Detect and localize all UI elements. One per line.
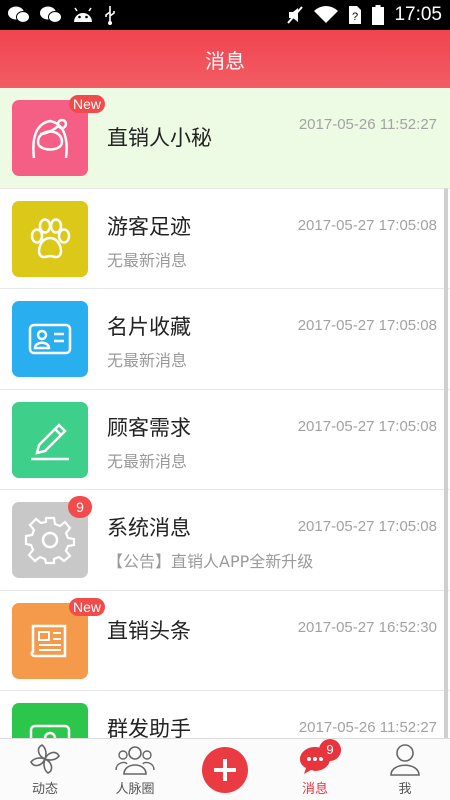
new-badge: New	[69, 95, 106, 113]
list-item[interactable]: 名片收藏 无最新消息 2017-05-27 17:05:08	[0, 289, 450, 390]
tab-me[interactable]: 我	[360, 739, 450, 800]
clock: 17:05	[394, 4, 442, 25]
message-preview: 无最新消息	[107, 250, 188, 270]
message-time: 2017-05-27 17:05:08	[297, 317, 437, 334]
mute-icon	[287, 6, 304, 24]
paw-icon	[30, 217, 71, 258]
wechat-icon	[8, 6, 30, 23]
app-icon	[12, 401, 88, 478]
tab-publish[interactable]	[180, 739, 270, 800]
page-title: 消息	[205, 48, 245, 73]
tab-contacts[interactable]: 人脉圈	[90, 739, 180, 800]
wechat-icon	[40, 6, 62, 23]
messages-badge: 9	[319, 739, 341, 761]
newspaper-icon	[30, 624, 67, 657]
unread-count-badge: 9	[68, 496, 92, 518]
message-time: 2017-05-27 17:05:08	[297, 216, 437, 234]
bottom-tab-bar: 动态 人脉圈 9 消息 我	[0, 738, 450, 800]
plus-icon	[214, 759, 236, 781]
people-icon	[115, 746, 155, 775]
id-card-icon	[28, 323, 72, 355]
pinwheel-icon	[30, 744, 60, 774]
message-preview: 无最新消息	[107, 451, 188, 471]
user-icon	[390, 744, 420, 776]
add-button[interactable]	[202, 747, 248, 793]
status-bar: ? 17:05	[0, 0, 450, 30]
message-title: 游客足迹	[107, 214, 191, 239]
list-item[interactable]: 顾客需求 无最新消息 2017-05-27 17:05:08	[0, 389, 450, 490]
list-item[interactable]: New 直销人小秘 2017-05-26 11:52:27	[0, 88, 450, 189]
tab-label: 人脉圈	[115, 782, 155, 797]
app-icon	[12, 301, 88, 377]
message-preview: 无最新消息	[107, 351, 188, 370]
android-icon	[74, 7, 92, 22]
tab-label: 动态	[31, 782, 58, 797]
message-title: 群发助手	[107, 717, 191, 738]
message-preview: 【公告】直销人APP全新升级	[107, 552, 314, 571]
sim-icon: ?	[349, 6, 362, 24]
battery-icon	[372, 5, 385, 25]
tab-feed[interactable]: 动态	[0, 739, 90, 800]
message-title: 顾客需求	[107, 415, 191, 440]
girl-face-icon	[32, 118, 68, 159]
wifi-icon	[314, 6, 339, 24]
tab-label: 消息	[301, 782, 328, 797]
tab-label: 我	[398, 782, 412, 797]
message-time: 2017-05-26 11:52:27	[298, 719, 437, 736]
group-send-icon	[29, 724, 71, 738]
gear-icon	[24, 516, 76, 565]
message-title: 直销头条	[107, 618, 191, 643]
tab-messages[interactable]: 9 消息	[270, 739, 360, 800]
message-time: 2017-05-27 17:05:08	[297, 417, 437, 435]
app-icon	[12, 703, 88, 738]
message-title: 直销人小秘	[107, 126, 212, 150]
new-badge: New	[69, 597, 106, 616]
system-icons: ? 17:05	[286, 4, 442, 26]
svg-text:?: ?	[352, 11, 358, 23]
message-title: 名片收藏	[107, 315, 191, 339]
app-icon	[12, 200, 88, 277]
usb-icon	[105, 6, 115, 25]
notification-icons	[8, 5, 116, 25]
pen-icon	[31, 422, 69, 460]
message-list[interactable]: New 直销人小秘 2017-05-26 11:52:27 游客足迹 无最新消息…	[0, 88, 450, 738]
list-item[interactable]: 游客足迹 无最新消息 2017-05-27 17:05:08	[0, 188, 450, 289]
message-time: 2017-05-27 17:05:08	[297, 518, 437, 535]
message-time: 2017-05-26 11:52:27	[298, 116, 437, 133]
list-item[interactable]: New 直销头条 2017-05-27 16:52:30	[0, 590, 450, 691]
list-item[interactable]: 群发助手 2017-05-26 11:52:27	[0, 691, 450, 738]
message-time: 2017-05-27 16:52:30	[297, 618, 437, 636]
scrollbar[interactable]	[444, 188, 448, 738]
message-title: 系统消息	[107, 516, 191, 540]
list-item[interactable]: 9 系统消息 【公告】直销人APP全新升级 2017-05-27 17:05:0…	[0, 490, 450, 591]
header-bar: 消息	[0, 30, 450, 88]
